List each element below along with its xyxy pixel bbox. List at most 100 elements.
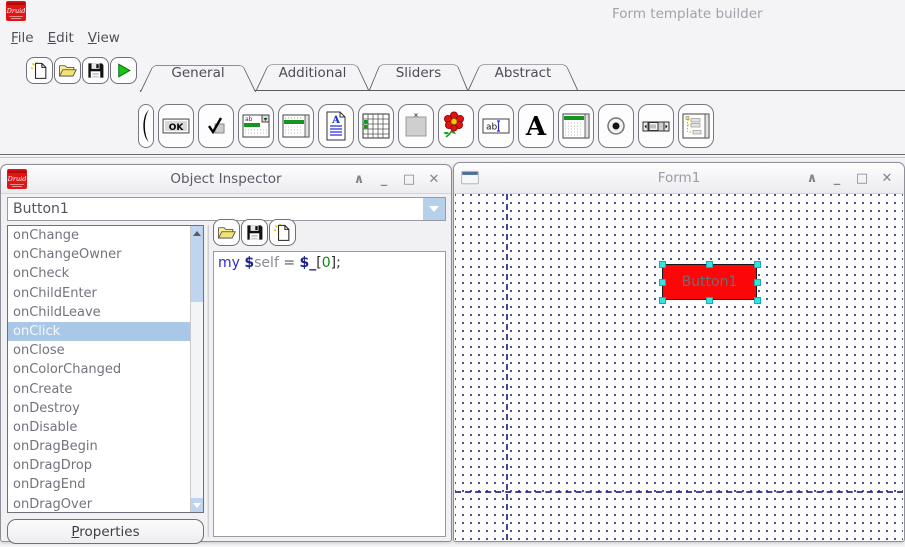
svg-text:Druid: Druid <box>6 7 25 15</box>
main-toolbar <box>26 57 137 84</box>
shade-button[interactable]: ∧ <box>805 171 819 186</box>
selection-handle[interactable] <box>659 279 666 286</box>
palette-listview-button[interactable] <box>278 104 314 148</box>
palette-radio-button[interactable] <box>598 104 634 148</box>
form-titlebar[interactable]: Form1 ∧_□✕ <box>454 163 904 194</box>
event-item-onChange[interactable]: onChange <box>8 226 203 245</box>
event-item-onChildEnter[interactable]: onChildEnter <box>8 284 203 303</box>
event-item-onCheck[interactable]: onCheck <box>8 264 203 283</box>
run-button[interactable] <box>110 57 137 84</box>
save-button[interactable] <box>241 219 268 246</box>
event-item-onDisable[interactable]: onDisable <box>8 418 203 437</box>
palette-outline-button[interactable] <box>678 104 714 148</box>
object-inspector-titlebar[interactable]: Druid Object Inspector ∧_□✕ <box>1 165 451 194</box>
save-button[interactable] <box>82 57 109 84</box>
app-logo-icon: Druid <box>6 1 26 22</box>
new-button[interactable] <box>269 219 296 246</box>
vertical-guide-line <box>506 194 508 540</box>
selection-handle[interactable] <box>754 297 761 304</box>
svg-text:ab: ab <box>486 123 498 133</box>
tab-strip: GeneralAdditionalSlidersAbstract <box>140 57 578 90</box>
svg-text:ab: ab <box>245 116 253 123</box>
selection-handle[interactable] <box>754 279 761 286</box>
palette-combobox-button[interactable]: ab <box>238 104 274 148</box>
scroll-up-button[interactable] <box>191 226 203 240</box>
menu-view[interactable]: View <box>88 30 120 46</box>
code-line: my $self = $_[0]; <box>218 254 441 272</box>
menu-edit[interactable]: Edit <box>48 30 74 46</box>
event-item-onDragBegin[interactable]: onDragBegin <box>8 437 203 456</box>
scrollbar-thumb[interactable] <box>191 240 203 302</box>
selection-handle[interactable] <box>706 261 713 268</box>
shade-button[interactable]: ∧ <box>352 172 366 187</box>
event-item-onDragEnd[interactable]: onDragEnd <box>8 475 203 494</box>
open-button[interactable] <box>213 219 240 246</box>
selection-handle[interactable] <box>659 297 666 304</box>
selection-handle[interactable] <box>659 261 666 268</box>
palette-richtext-button[interactable]: A <box>318 104 354 148</box>
palette-listbox-button[interactable] <box>558 104 594 148</box>
palette-grid-button[interactable] <box>358 104 394 148</box>
palette-label-button[interactable]: A <box>518 104 554 148</box>
horizontal-guide-line <box>455 491 903 493</box>
widget-palette: OK ab Aab A <box>138 104 714 148</box>
maximize-button[interactable]: □ <box>402 172 416 187</box>
selection-handle[interactable] <box>754 261 761 268</box>
new-icon <box>30 61 49 80</box>
svg-text:A: A <box>331 115 340 126</box>
event-item-onClick[interactable]: onClick <box>8 322 203 341</box>
palette-image-button[interactable] <box>438 104 474 148</box>
code-token: $_ <box>300 255 317 271</box>
code-token: = <box>279 255 300 271</box>
divider-widget-icon <box>140 108 152 144</box>
close-button[interactable]: ✕ <box>880 171 894 186</box>
svg-text:A: A <box>525 112 547 141</box>
designed-button[interactable]: Button1 <box>662 264 757 300</box>
new-button[interactable] <box>26 57 53 84</box>
palette-divider-button[interactable] <box>138 104 154 148</box>
palette-checkbox-button[interactable] <box>198 104 234 148</box>
object-selector-combobox[interactable]: Button1 <box>7 197 446 221</box>
tab-label: Additional <box>256 57 369 89</box>
palette-scrollbar-button[interactable] <box>638 104 674 148</box>
window-controls: ∧ _ □ ✕ <box>352 165 441 193</box>
label-widget-icon: A <box>521 111 551 141</box>
event-item-onClose[interactable]: onClose <box>8 341 203 360</box>
close-button[interactable]: ✕ <box>427 172 441 187</box>
menu-file[interactable]: File <box>11 30 34 46</box>
tab-abstract[interactable]: Abstract <box>468 57 578 90</box>
image-widget-icon <box>441 111 471 141</box>
selection-handle[interactable] <box>706 297 713 304</box>
event-item-onChildLeave[interactable]: onChildLeave <box>8 303 203 322</box>
code-token: ]; <box>331 255 341 271</box>
event-item-onColorChanged[interactable]: onColorChanged <box>8 360 203 379</box>
properties-button[interactable]: Properties <box>7 519 204 544</box>
event-item-onDragOver[interactable]: onDragOver <box>8 495 203 513</box>
svg-text:Druid: Druid <box>7 175 26 183</box>
scroll-down-button[interactable] <box>191 498 203 512</box>
maximize-button[interactable]: □ <box>855 171 869 186</box>
tab-sliders[interactable]: Sliders <box>369 57 468 90</box>
save-icon <box>245 223 264 242</box>
palette-button-button[interactable]: OK <box>158 104 194 148</box>
events-scrollbar[interactable] <box>190 226 203 512</box>
desktop: Druid Form template builder FileEditView… <box>0 0 905 547</box>
tab-general[interactable]: General <box>140 57 256 90</box>
event-item-onDragDrop[interactable]: onDragDrop <box>8 456 203 475</box>
form-canvas[interactable]: Button1 <box>455 194 903 540</box>
code-editor[interactable]: my $self = $_[0]; <box>213 251 446 537</box>
palette-edit-button[interactable]: ab <box>478 104 514 148</box>
window-controls: ∧ _ □ ✕ <box>805 163 894 193</box>
combobox-dropdown-button[interactable] <box>423 198 445 220</box>
object-selector-value: Button1 <box>8 201 423 217</box>
minimize-button[interactable]: _ <box>830 171 844 186</box>
event-item-onChangeOwner[interactable]: onChangeOwner <box>8 245 203 264</box>
palette-panel-button[interactable] <box>398 104 434 148</box>
minimize-button[interactable]: _ <box>377 172 391 187</box>
open-button[interactable] <box>54 57 81 84</box>
event-item-onDestroy[interactable]: onDestroy <box>8 399 203 418</box>
event-item-onCreate[interactable]: onCreate <box>8 380 203 399</box>
tab-additional[interactable]: Additional <box>256 57 369 90</box>
code-token: $ <box>244 255 254 271</box>
splitter-sash[interactable] <box>206 225 209 537</box>
